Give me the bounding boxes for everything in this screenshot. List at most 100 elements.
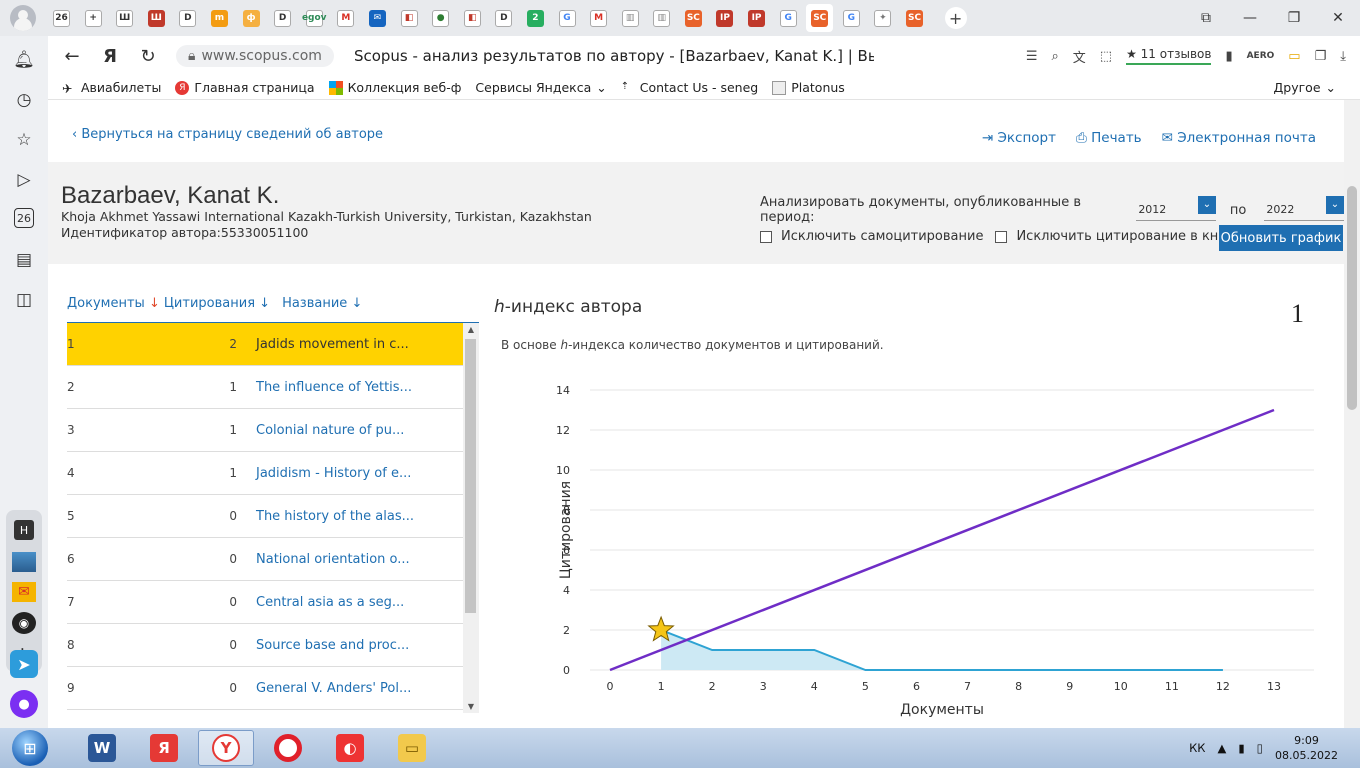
browser-tab[interactable]: + [80, 4, 107, 32]
browser-tab[interactable]: ◧ [396, 4, 423, 32]
table-row[interactable]: 8 0 Source base and proc... [67, 624, 463, 667]
doc-title-link[interactable]: National orientation o... [256, 552, 410, 567]
browser-tab[interactable]: Ш [111, 4, 138, 32]
bookmark-icon[interactable]: ▮ [1225, 49, 1232, 64]
translate-icon[interactable]: 文 [1073, 47, 1086, 66]
media-app[interactable]: ◐ [322, 730, 378, 766]
alice-icon[interactable]: ● [10, 690, 38, 718]
profile-avatar[interactable] [10, 5, 36, 31]
bookmark-main-page[interactable]: Я Главная страница [175, 80, 315, 95]
browser-tab[interactable]: ✦ [869, 4, 896, 32]
page-scroll-thumb[interactable] [1347, 186, 1357, 410]
browser-tab[interactable]: IP [711, 4, 738, 32]
start-button[interactable]: ⊞ [12, 730, 48, 766]
browser-tab[interactable]: egov [301, 4, 328, 32]
browser-tab[interactable]: ● [427, 4, 454, 32]
table-row[interactable]: 6 0 National orientation o... [67, 538, 463, 581]
bookmark-other[interactable]: Другое ⌄ [1274, 80, 1337, 95]
table-row[interactable]: 5 0 The history of the alas... [67, 495, 463, 538]
doc-title-link[interactable]: Central asia as a seg... [256, 595, 404, 610]
play-icon[interactable]: ▷ [12, 168, 36, 192]
table-row[interactable]: 7 0 Central asia as a seg... [67, 581, 463, 624]
yandex-icon[interactable]: Я [96, 46, 124, 67]
browser-tab[interactable]: D [174, 4, 201, 32]
bookmark-contact-us[interactable]: ⇡ Contact Us - seneg [621, 80, 758, 95]
photo-app-icon[interactable] [12, 552, 36, 572]
reviews-badge[interactable]: ★ 11 отзывов [1126, 47, 1212, 65]
mail-app-icon[interactable]: ✉ [12, 582, 36, 602]
email-link[interactable]: ✉ Электронная почта [1162, 130, 1316, 146]
sort-citations[interactable]: Цитирования ↓ [164, 296, 270, 311]
browser-tab[interactable]: D [490, 4, 517, 32]
collections-icon[interactable]: ❐ [1315, 49, 1327, 64]
browser-tab[interactable]: G [838, 4, 865, 32]
bell-icon[interactable]: 🔔︎ [12, 48, 36, 72]
browser-tab[interactable]: IP [743, 4, 770, 32]
bookmark-web-collection[interactable]: Коллекция веб-ф [328, 80, 461, 95]
browser-tab[interactable]: G [775, 4, 802, 32]
url-field[interactable]: 🔒︎ www.scopus.com [176, 45, 334, 67]
doc-title-link[interactable]: Jadids movement in c... [256, 337, 409, 352]
network-icon[interactable]: ▮ [1238, 741, 1244, 755]
sort-documents[interactable]: Документы ↓ [67, 296, 164, 311]
battery-icon[interactable]: ▭ [1288, 49, 1300, 64]
year-to-select[interactable]: 2022 ⌄ [1264, 195, 1344, 221]
table-row[interactable]: 1 2 Jadids movement in c... [67, 323, 463, 366]
star-icon[interactable]: ☆ [12, 128, 36, 152]
tabs-icon[interactable]: ⧉ [1184, 0, 1228, 36]
reload-icon[interactable]: ↻ [134, 46, 162, 67]
page-scrollbar[interactable] [1344, 100, 1360, 728]
bookmark-platonus[interactable]: Platonus [772, 80, 845, 95]
scroll-up-icon[interactable]: ▲ [463, 325, 479, 334]
doc-title-link[interactable]: The influence of Yettis... [256, 380, 412, 395]
table-row[interactable]: 2 1 The influence of Yettis... [67, 366, 463, 409]
download-icon[interactable]: ⤓ [1340, 49, 1346, 64]
bookmark-aviabilety[interactable]: ✈ Авиабилеты [62, 80, 161, 96]
browser-tab[interactable]: SC [806, 4, 834, 32]
tray-expand-icon[interactable]: ▲ [1217, 741, 1226, 755]
doc-title-link[interactable]: General V. Anders' Pol... [256, 681, 411, 696]
restore-button[interactable]: ❐ [1272, 0, 1316, 36]
word-app[interactable]: W [74, 730, 130, 766]
sort-title[interactable]: Название ↓ [282, 296, 362, 311]
browser-tab[interactable]: ▥ [617, 4, 644, 32]
table-row[interactable]: 9 0 General V. Anders' Pol... [67, 667, 463, 710]
browser-tab[interactable]: D [269, 4, 296, 32]
update-chart-button[interactable]: Обновить график [1219, 225, 1343, 251]
browser-tab[interactable]: Ш [143, 4, 170, 32]
new-tab-button[interactable]: + [944, 7, 967, 29]
browser-tab[interactable]: ✉ [364, 4, 391, 32]
explorer-app[interactable]: ▭ [384, 730, 440, 766]
back-arrow-icon[interactable]: ← [58, 46, 86, 67]
extensions-icon[interactable]: ⬚ [1100, 49, 1112, 64]
close-button[interactable]: ✕ [1316, 0, 1360, 36]
browser-tab[interactable]: ◧ [459, 4, 486, 32]
minimize-button[interactable]: — [1228, 0, 1272, 36]
exclude-self-checkbox[interactable] [760, 230, 772, 243]
exclude-books-checkbox[interactable] [995, 230, 1008, 243]
clock[interactable]: 9:09 08.05.2022 [1275, 733, 1338, 763]
browser-tab[interactable]: SC [901, 4, 928, 32]
scroll-down-icon[interactable]: ▼ [463, 702, 479, 711]
browser-tab[interactable]: 26 [48, 4, 75, 32]
export-link[interactable]: ⇥ Экспорт [982, 130, 1056, 146]
screenshot-icon[interactable]: ◫ [12, 288, 36, 312]
calendar-icon[interactable]: 26 [14, 208, 34, 228]
notes-icon[interactable]: ▤ [12, 248, 36, 272]
battery-tray-icon[interactable]: ▯ [1257, 741, 1263, 755]
aero-icon[interactable]: AERO [1247, 51, 1275, 61]
yandex-browser-app[interactable]: Y [198, 730, 254, 766]
messenger-icon[interactable]: ➤ [10, 650, 38, 678]
browser-tab[interactable]: 2 [522, 4, 549, 32]
doc-title-link[interactable]: The history of the alas... [256, 509, 414, 524]
doc-title-link[interactable]: Colonial nature of pu... [256, 423, 404, 438]
browser-tab[interactable]: SC [680, 4, 707, 32]
language-indicator[interactable]: КК [1189, 741, 1205, 755]
browser-tab[interactable]: M [585, 4, 612, 32]
print-link[interactable]: ⎙ Печать [1076, 130, 1142, 146]
search-icon[interactable]: ⌕ [1052, 49, 1059, 64]
scroll-thumb[interactable] [465, 339, 476, 613]
back-to-author-link[interactable]: ‹ Вернуться на страницу сведений об авто… [72, 127, 383, 142]
browser-tab[interactable]: ▥ [648, 4, 675, 32]
documents-scrollbar[interactable]: ▲ ▼ [463, 323, 479, 713]
